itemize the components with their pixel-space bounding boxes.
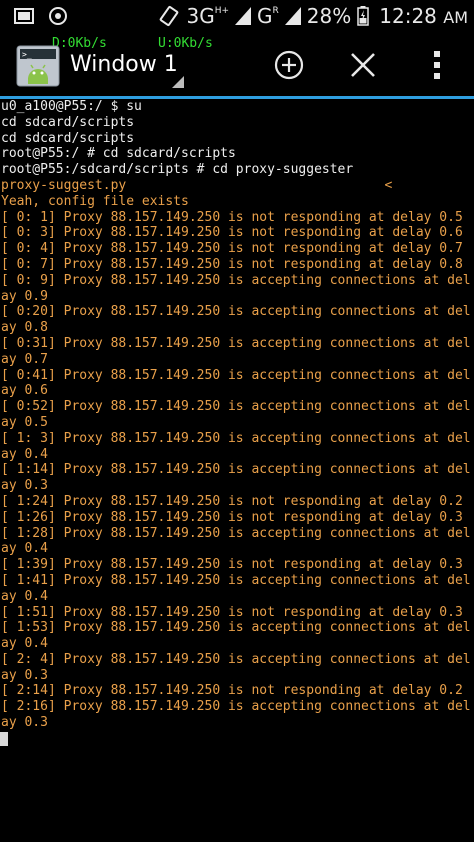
- terminal-line: [ 1:28] Proxy 88.157.149.250 is acceptin…: [1, 525, 471, 541]
- status-bar: 3GH+ GR 28% 12:28 AM: [0, 0, 474, 34]
- terminal-line: ay 0.9: [1, 288, 48, 304]
- terminal-line: [ 0:20] Proxy 88.157.149.250 is acceptin…: [1, 304, 471, 320]
- android-debug-icon: [49, 7, 67, 25]
- terminal-line: [ 1:26] Proxy 88.157.149.250 is not resp…: [1, 509, 463, 525]
- terminal-line: [ 1:24] Proxy 88.157.149.250 is not resp…: [1, 493, 463, 509]
- terminal-line: ay 0.7: [1, 351, 48, 367]
- signal-icon: [284, 7, 301, 25]
- terminal-line: proxy-suggest.py <: [1, 177, 393, 193]
- battery-percent: 28%: [306, 4, 352, 28]
- svg-text:>_: >_: [22, 50, 32, 59]
- terminal-line: [ 0:31] Proxy 88.157.149.250 is acceptin…: [1, 335, 471, 351]
- terminal-line: [ 0: 3] Proxy 88.157.149.250 is not resp…: [1, 225, 463, 241]
- close-window-icon[interactable]: [346, 48, 380, 82]
- terminal-line: [ 2: 4] Proxy 88.157.149.250 is acceptin…: [1, 651, 471, 667]
- terminal-line: cd sdcard/scripts: [1, 114, 135, 130]
- terminal-line: ay 0.4: [1, 541, 48, 557]
- window-selector[interactable]: Window 1: [70, 52, 178, 77]
- terminal-line: [ 2:14] Proxy 88.157.149.250 is not resp…: [1, 683, 463, 699]
- terminal-line: [ 2:16] Proxy 88.157.149.250 is acceptin…: [1, 699, 471, 715]
- terminal-line: ay 0.8: [1, 320, 48, 336]
- battery-icon: [357, 6, 369, 26]
- terminal-line: root@P55:/ # cd sdcard/scripts: [1, 146, 236, 162]
- terminal-line: [ 1:41] Proxy 88.157.149.250 is acceptin…: [1, 572, 471, 588]
- terminal-line: ay 0.6: [1, 383, 48, 399]
- terminal-line: [ 1:53] Proxy 88.157.149.250 is acceptin…: [1, 620, 471, 636]
- terminal-line: ay 0.3: [1, 478, 48, 494]
- clock: 12:28 AM: [379, 4, 468, 28]
- terminal-line: ay 0.5: [1, 414, 48, 430]
- terminal-line: ay 0.4: [1, 446, 48, 462]
- terminal-line: ay 0.3: [1, 715, 48, 731]
- terminal-line: [ 1: 3] Proxy 88.157.149.250 is acceptin…: [1, 430, 471, 446]
- terminal-cursor: [0, 731, 8, 746]
- terminal-line: [ 1:14] Proxy 88.157.149.250 is acceptin…: [1, 462, 471, 478]
- terminal-line: [ 0:41] Proxy 88.157.149.250 is acceptin…: [1, 367, 471, 383]
- add-window-icon[interactable]: [272, 48, 306, 82]
- terminal-line: [ 0: 9] Proxy 88.157.149.250 is acceptin…: [1, 272, 471, 288]
- upload-speed: U:0Kb/s: [158, 36, 213, 51]
- terminal-line: Yeah, config file exists: [1, 193, 189, 209]
- terminal-app-icon[interactable]: >_: [16, 45, 60, 87]
- terminal-line: u0_a100@P55:/ $ su: [1, 99, 142, 114]
- terminal-line: ay 0.4: [1, 588, 48, 604]
- action-bar: D:0Kb/s U:0Kb/s >_ Window 1: [0, 34, 474, 99]
- terminal-line: ay 0.3: [1, 667, 48, 683]
- terminal-line: ay 0.4: [1, 636, 48, 652]
- terminal-line: root@P55:/sdcard/scripts # cd proxy-sugg…: [1, 162, 354, 178]
- network-3g-label: 3GH+: [186, 4, 230, 28]
- terminal-line: [ 0: 7] Proxy 88.157.149.250 is not resp…: [1, 256, 463, 272]
- terminal-line: [ 0:52] Proxy 88.157.149.250 is acceptin…: [1, 399, 471, 415]
- download-speed: D:0Kb/s: [52, 36, 107, 51]
- network-g-label: GR: [257, 4, 279, 28]
- terminal-line: [ 0: 1] Proxy 88.157.149.250 is not resp…: [1, 209, 463, 225]
- terminal-output[interactable]: u0_a100@P55:/ $ su cd sdcard/scripts cd sd…: [0, 99, 474, 842]
- dropdown-corner-icon: [172, 76, 184, 88]
- signal-icon: [235, 7, 252, 25]
- screenshot-icon: [14, 8, 34, 24]
- terminal-line: [ 0: 4] Proxy 88.157.149.250 is not resp…: [1, 241, 463, 257]
- rotate-icon: [160, 5, 179, 27]
- overflow-menu-icon[interactable]: [420, 48, 454, 82]
- terminal-line: cd sdcard/scripts: [1, 130, 135, 146]
- terminal-line: [ 1:39] Proxy 88.157.149.250 is not resp…: [1, 557, 463, 573]
- terminal-line: [ 1:51] Proxy 88.157.149.250 is not resp…: [1, 604, 463, 620]
